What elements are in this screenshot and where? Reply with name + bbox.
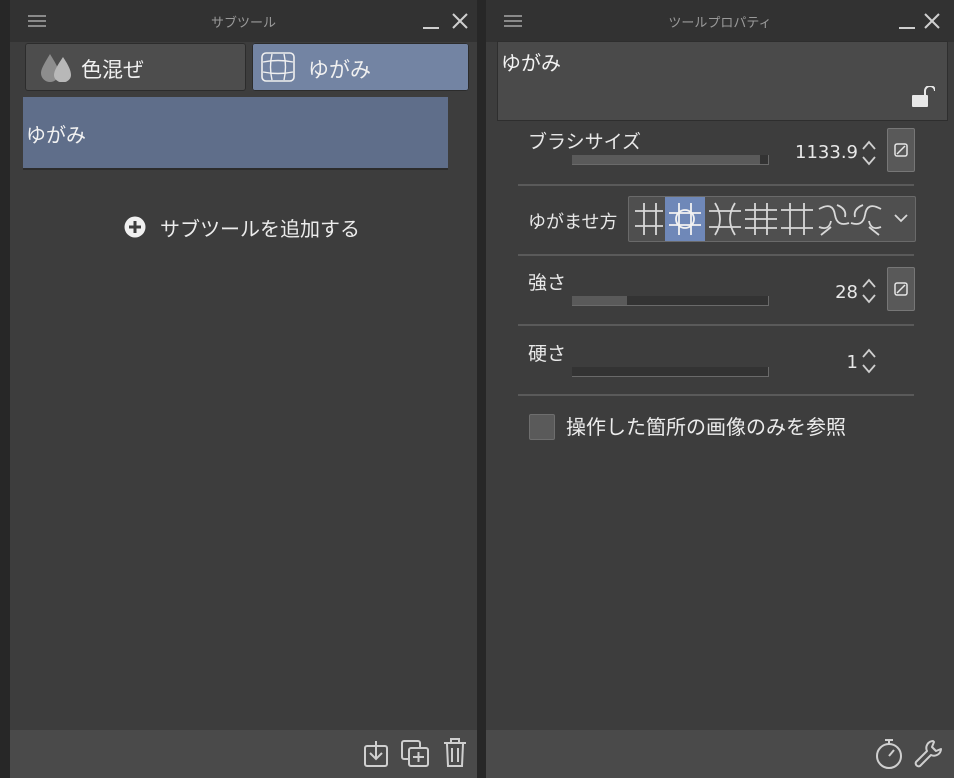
- subtool-footer: [10, 730, 477, 778]
- toolprop-footer: [486, 730, 954, 778]
- pressure-settings-button[interactable]: [887, 267, 915, 311]
- pressure-settings-button[interactable]: [887, 128, 915, 172]
- wrench-icon[interactable]: [913, 738, 943, 770]
- spin-arrows-icon[interactable]: [861, 276, 877, 306]
- strength-label: 強さ: [528, 272, 567, 294]
- brush-size-slider[interactable]: [572, 155, 769, 165]
- duplicate-icon[interactable]: [401, 740, 431, 768]
- slider-fill: [572, 296, 627, 305]
- trash-icon[interactable]: [443, 738, 467, 768]
- hardness-slider[interactable]: [572, 367, 769, 377]
- expand-shrink-icon[interactable]: [777, 197, 817, 241]
- toolprop-titlebar: ツールプロパティ: [486, 0, 954, 42]
- add-subtool-label: サブツールを追加する: [160, 217, 360, 241]
- spin-arrows-icon[interactable]: [861, 346, 877, 376]
- tab-warp[interactable]: ゆがみ: [252, 43, 469, 91]
- subtool-item-warp[interactable]: ゆがみ: [23, 97, 448, 170]
- slider-fill: [572, 155, 761, 164]
- pressure-icon: [894, 143, 908, 157]
- twist-cw-icon[interactable]: [847, 197, 887, 241]
- close-icon[interactable]: [452, 13, 468, 29]
- brush-size-label: ブラシサイズ: [528, 131, 642, 153]
- panel-title: ツールプロパティ: [668, 16, 772, 31]
- strength-slider[interactable]: [572, 296, 769, 306]
- grid-warp-icon: [260, 51, 296, 83]
- divider: [518, 184, 914, 186]
- plus-circle-icon: [124, 216, 146, 238]
- pressure-icon: [894, 282, 908, 296]
- subtool-panel: サブツール 色混ぜ ゆがみ ゆがみ サブツールを追加する: [10, 0, 477, 778]
- tab-label: 色混ぜ: [81, 58, 144, 82]
- hardness-label: 硬さ: [528, 343, 567, 365]
- subtool-item-label: ゆがみ: [26, 123, 86, 147]
- import-icon[interactable]: [363, 740, 391, 768]
- panel-title: サブツール: [210, 16, 276, 31]
- minimize-icon[interactable]: [422, 12, 440, 30]
- push-warp-icon[interactable]: [629, 197, 669, 241]
- shrink-warp-icon[interactable]: [705, 197, 745, 241]
- chevron-down-icon[interactable]: [893, 213, 909, 225]
- timer-reset-icon[interactable]: [874, 738, 904, 770]
- pinch-warp-icon[interactable]: [741, 197, 781, 241]
- minimize-icon[interactable]: [898, 12, 916, 30]
- unlock-icon[interactable]: [911, 86, 935, 108]
- divider: [518, 254, 914, 256]
- toolprop-panel: ツールプロパティ ゆがみ ブラシサイズ 1133.9 ゆがませ方 強さ 28 硬…: [486, 0, 954, 778]
- divider: [518, 324, 914, 326]
- reference-checkbox-label[interactable]: 操作した箇所の画像のみを参照: [566, 411, 846, 440]
- subtool-titlebar: サブツール: [10, 0, 477, 42]
- droplets-icon: [40, 52, 74, 82]
- close-icon[interactable]: [924, 13, 940, 29]
- brush-size-value[interactable]: 1133.9: [778, 142, 858, 163]
- tab-label: ゆがみ: [308, 58, 371, 82]
- tool-name: ゆがみ: [501, 51, 561, 75]
- strength-value[interactable]: 28: [778, 282, 858, 303]
- warp-method-selector[interactable]: [628, 196, 916, 242]
- spin-arrows-icon[interactable]: [861, 138, 877, 168]
- divider: [518, 394, 914, 396]
- tool-name-box: ゆがみ: [497, 41, 948, 121]
- reference-checkbox[interactable]: [529, 414, 555, 440]
- expand-warp-icon[interactable]: [665, 197, 705, 241]
- hardness-value[interactable]: 1: [778, 352, 858, 373]
- warp-method-label: ゆがませ方: [528, 212, 618, 233]
- tab-color-mix[interactable]: 色混ぜ: [25, 43, 246, 91]
